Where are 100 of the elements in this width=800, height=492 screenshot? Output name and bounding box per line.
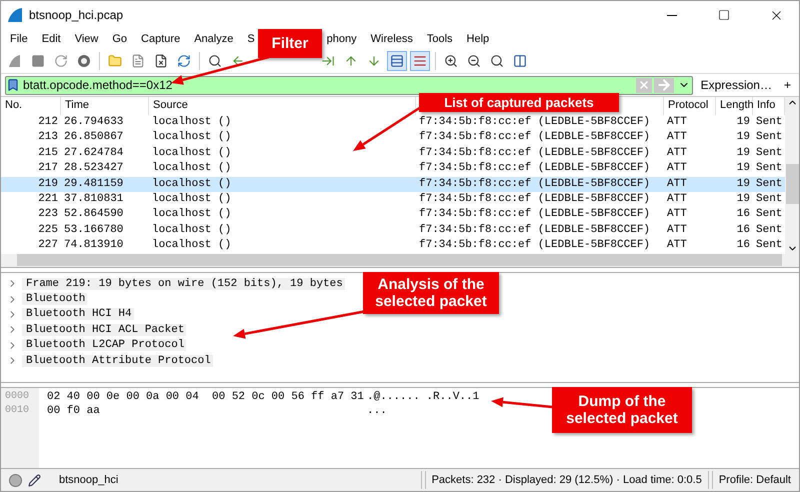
menu-item[interactable]: Go: [105, 33, 134, 45]
packet-row[interactable]: 223 52.864590 localhost () f7:34:5b:f8:cc:ef (LEDBLE-5BF8CCEF) ATT 16 Sent: [1, 207, 786, 223]
search-icon: [208, 54, 222, 68]
column-header[interactable]: Source: [149, 97, 416, 115]
zoom-out-icon: [467, 54, 481, 68]
packet-row[interactable]: 225 53.166780 localhost () f7:34:5b:f8:cc:ef (LEDBLE-5BF8CCEF) ATT 16 Sent: [1, 222, 786, 238]
table-cell-text: f7:34:5b:f8:cc:ef (LEDBLE-5BF8CCEF): [418, 238, 652, 254]
add-filter-button[interactable]: +: [780, 78, 795, 92]
table-cell-text: f7:34:5b:f8:cc:ef (LEDBLE-5BF8CCEF): [418, 192, 652, 207]
tree-item[interactable]: Bluetooth: [22, 293, 88, 306]
edit-icon[interactable]: [28, 474, 41, 486]
close-file-icon: [154, 54, 168, 68]
table-cell-text: 19: [736, 176, 751, 192]
offset-label: 0000: [4, 391, 30, 404]
table-cell-text: 16: [736, 238, 751, 254]
settings-icon: [77, 54, 91, 68]
hex-bytes: 00 f0 aa: [47, 405, 101, 419]
table-cell-text: ATT: [666, 146, 688, 161]
tree-item[interactable]: Bluetooth HCI ACL Packet: [22, 324, 186, 336]
packet-row[interactable]: 227 74.813910 localhost () f7:34:5b:f8:cc:ef (LEDBLE-5BF8CCEF) ATT 16 Sent: [1, 238, 786, 254]
table-cell-text: 225: [37, 222, 59, 238]
table-cell-text: 74.813910: [63, 238, 124, 254]
table-cell-text: localhost (): [151, 238, 232, 254]
indent-icon: [321, 54, 335, 68]
table-cell-text: 219: [37, 176, 59, 192]
down-arrow-icon: [367, 54, 381, 68]
packet-row[interactable]: 212 26.794633 localhost () f7:34:5b:f8:cc:ef (LEDBLE-5BF8CCEF) ATT 19 Sent: [1, 115, 786, 130]
display-filter-field[interactable]: btatt.opcode.method==0x12: [5, 76, 693, 94]
colorize-button[interactable]: [410, 51, 430, 71]
callout: Analysis of the selected packet: [363, 272, 499, 314]
scrollbar-thumb[interactable]: [786, 164, 799, 204]
menu-item[interactable]: S: [240, 33, 255, 45]
column-header[interactable]: No.: [1, 97, 61, 115]
bookmark-icon: [6, 78, 20, 92]
file-icon: [131, 54, 145, 68]
table-cell-text: 26.850867: [63, 130, 124, 146]
table-cell-text: Sent: [755, 176, 784, 192]
menu-item[interactable]: Capture: [134, 33, 188, 45]
profile-label[interactable]: Profile: Default: [718, 474, 799, 486]
table-cell-text: localhost (): [151, 130, 232, 146]
autoscroll-button[interactable]: [387, 51, 407, 71]
column-header[interactable]: Time: [61, 97, 149, 115]
menu-item[interactable]: File: [3, 33, 35, 45]
table-cell-text: 215: [37, 146, 59, 161]
table-cell-text: Sent: [755, 146, 784, 161]
menu-item[interactable]: Analyze: [187, 33, 240, 45]
zoom-reset-icon: [490, 54, 504, 68]
table-cell-text: ATT: [666, 238, 688, 254]
table-cell-text: 213: [37, 130, 59, 146]
table-cell-text: localhost (): [151, 192, 232, 207]
expression-button[interactable]: Expression…: [696, 78, 776, 92]
table-cell-text: localhost (): [151, 222, 232, 238]
table-cell-text: localhost (): [151, 207, 232, 222]
tree-item[interactable]: Bluetooth L2CAP Protocol: [22, 339, 186, 352]
packet-row[interactable]: 215 27.624784 localhost () f7:34:5b:f8:cc:ef (LEDBLE-5BF8CCEF) ATT 19 Sent: [1, 146, 786, 162]
packet-row[interactable]: 213 26.850867 localhost () f7:34:5b:f8:cc:ef (LEDBLE-5BF8CCEF) ATT 19 Sent: [1, 130, 786, 146]
resize-columns-icon: [513, 54, 527, 68]
callout: Filter: [258, 29, 322, 58]
hex-bytes: 02 40 00 0e 00 0a 00 04 00 52 0c 00 56 ff a7 31: [47, 391, 365, 405]
table-cell-text: ATT: [666, 115, 688, 130]
callout: List of captured packets: [419, 93, 619, 112]
packet-row[interactable]: 217 28.523427 localhost () f7:34:5b:f8:cc:ef (LEDBLE-5BF8CCEF) ATT 19 Sent: [1, 161, 786, 177]
zoom-in-icon: [444, 54, 458, 68]
clear-icon: [638, 79, 650, 91]
menu-item[interactable]: Wireless: [364, 33, 420, 45]
table-cell-text: localhost (): [151, 146, 232, 161]
table-cell-text: ATT: [666, 161, 688, 176]
column-header[interactable]: Length: [716, 97, 753, 115]
menu-item[interactable]: Help: [460, 33, 496, 45]
offset-label: 0010: [4, 405, 30, 418]
table-cell-text: ATT: [666, 207, 688, 222]
table-cell-text: f7:34:5b:f8:cc:ef (LEDBLE-5BF8CCEF): [418, 207, 652, 222]
menu-item[interactable]: Tools: [420, 33, 460, 45]
minimize-icon: [667, 14, 677, 16]
menu-item[interactable]: Edit: [34, 33, 68, 45]
packet-row[interactable]: 219 29.481159 localhost () f7:34:5b:f8:cc:ef (LEDBLE-5BF8CCEF) ATT 19 Sent: [1, 176, 786, 192]
menu-item[interactable]: phony: [326, 33, 364, 45]
table-cell-text: 217: [37, 161, 59, 176]
table-cell-text: localhost (): [151, 176, 232, 192]
table-cell-text: Sent: [755, 130, 784, 146]
table-cell-text: 19: [736, 130, 751, 146]
table-cell-text: 37.810831: [63, 192, 124, 207]
up-arrow-icon: [344, 54, 358, 68]
tree-item[interactable]: Bluetooth HCI H4: [22, 308, 134, 320]
table-cell-text: 19: [736, 161, 751, 176]
status-indicator-icon[interactable]: [9, 474, 22, 486]
packet-row[interactable]: 221 37.810831 localhost () f7:34:5b:f8:cc:ef (LEDBLE-5BF8CCEF) ATT 19 Sent: [1, 192, 786, 208]
table-cell-text: Sent: [755, 222, 784, 238]
table-cell-text: Sent: [755, 192, 784, 207]
vertical-scrollbar[interactable]: [785, 97, 799, 254]
tree-item[interactable]: Bluetooth Attribute Protocol: [22, 354, 213, 367]
table-cell-text: ATT: [666, 192, 688, 207]
menu-item[interactable]: View: [68, 33, 106, 45]
tree-item[interactable]: Frame 219: 19 bytes on wire (152 bits), 19 bytes: [22, 278, 345, 290]
column-header[interactable]: Protocol: [664, 97, 716, 115]
table-cell-text: 26.794633: [63, 115, 124, 130]
table-cell-text: f7:34:5b:f8:cc:ef (LEDBLE-5BF8CCEF): [418, 222, 652, 238]
filter-input[interactable]: btatt.opcode.method==0x12: [20, 78, 636, 92]
table-cell-text: ATT: [666, 176, 688, 192]
table-cell-text: 227: [37, 238, 59, 254]
